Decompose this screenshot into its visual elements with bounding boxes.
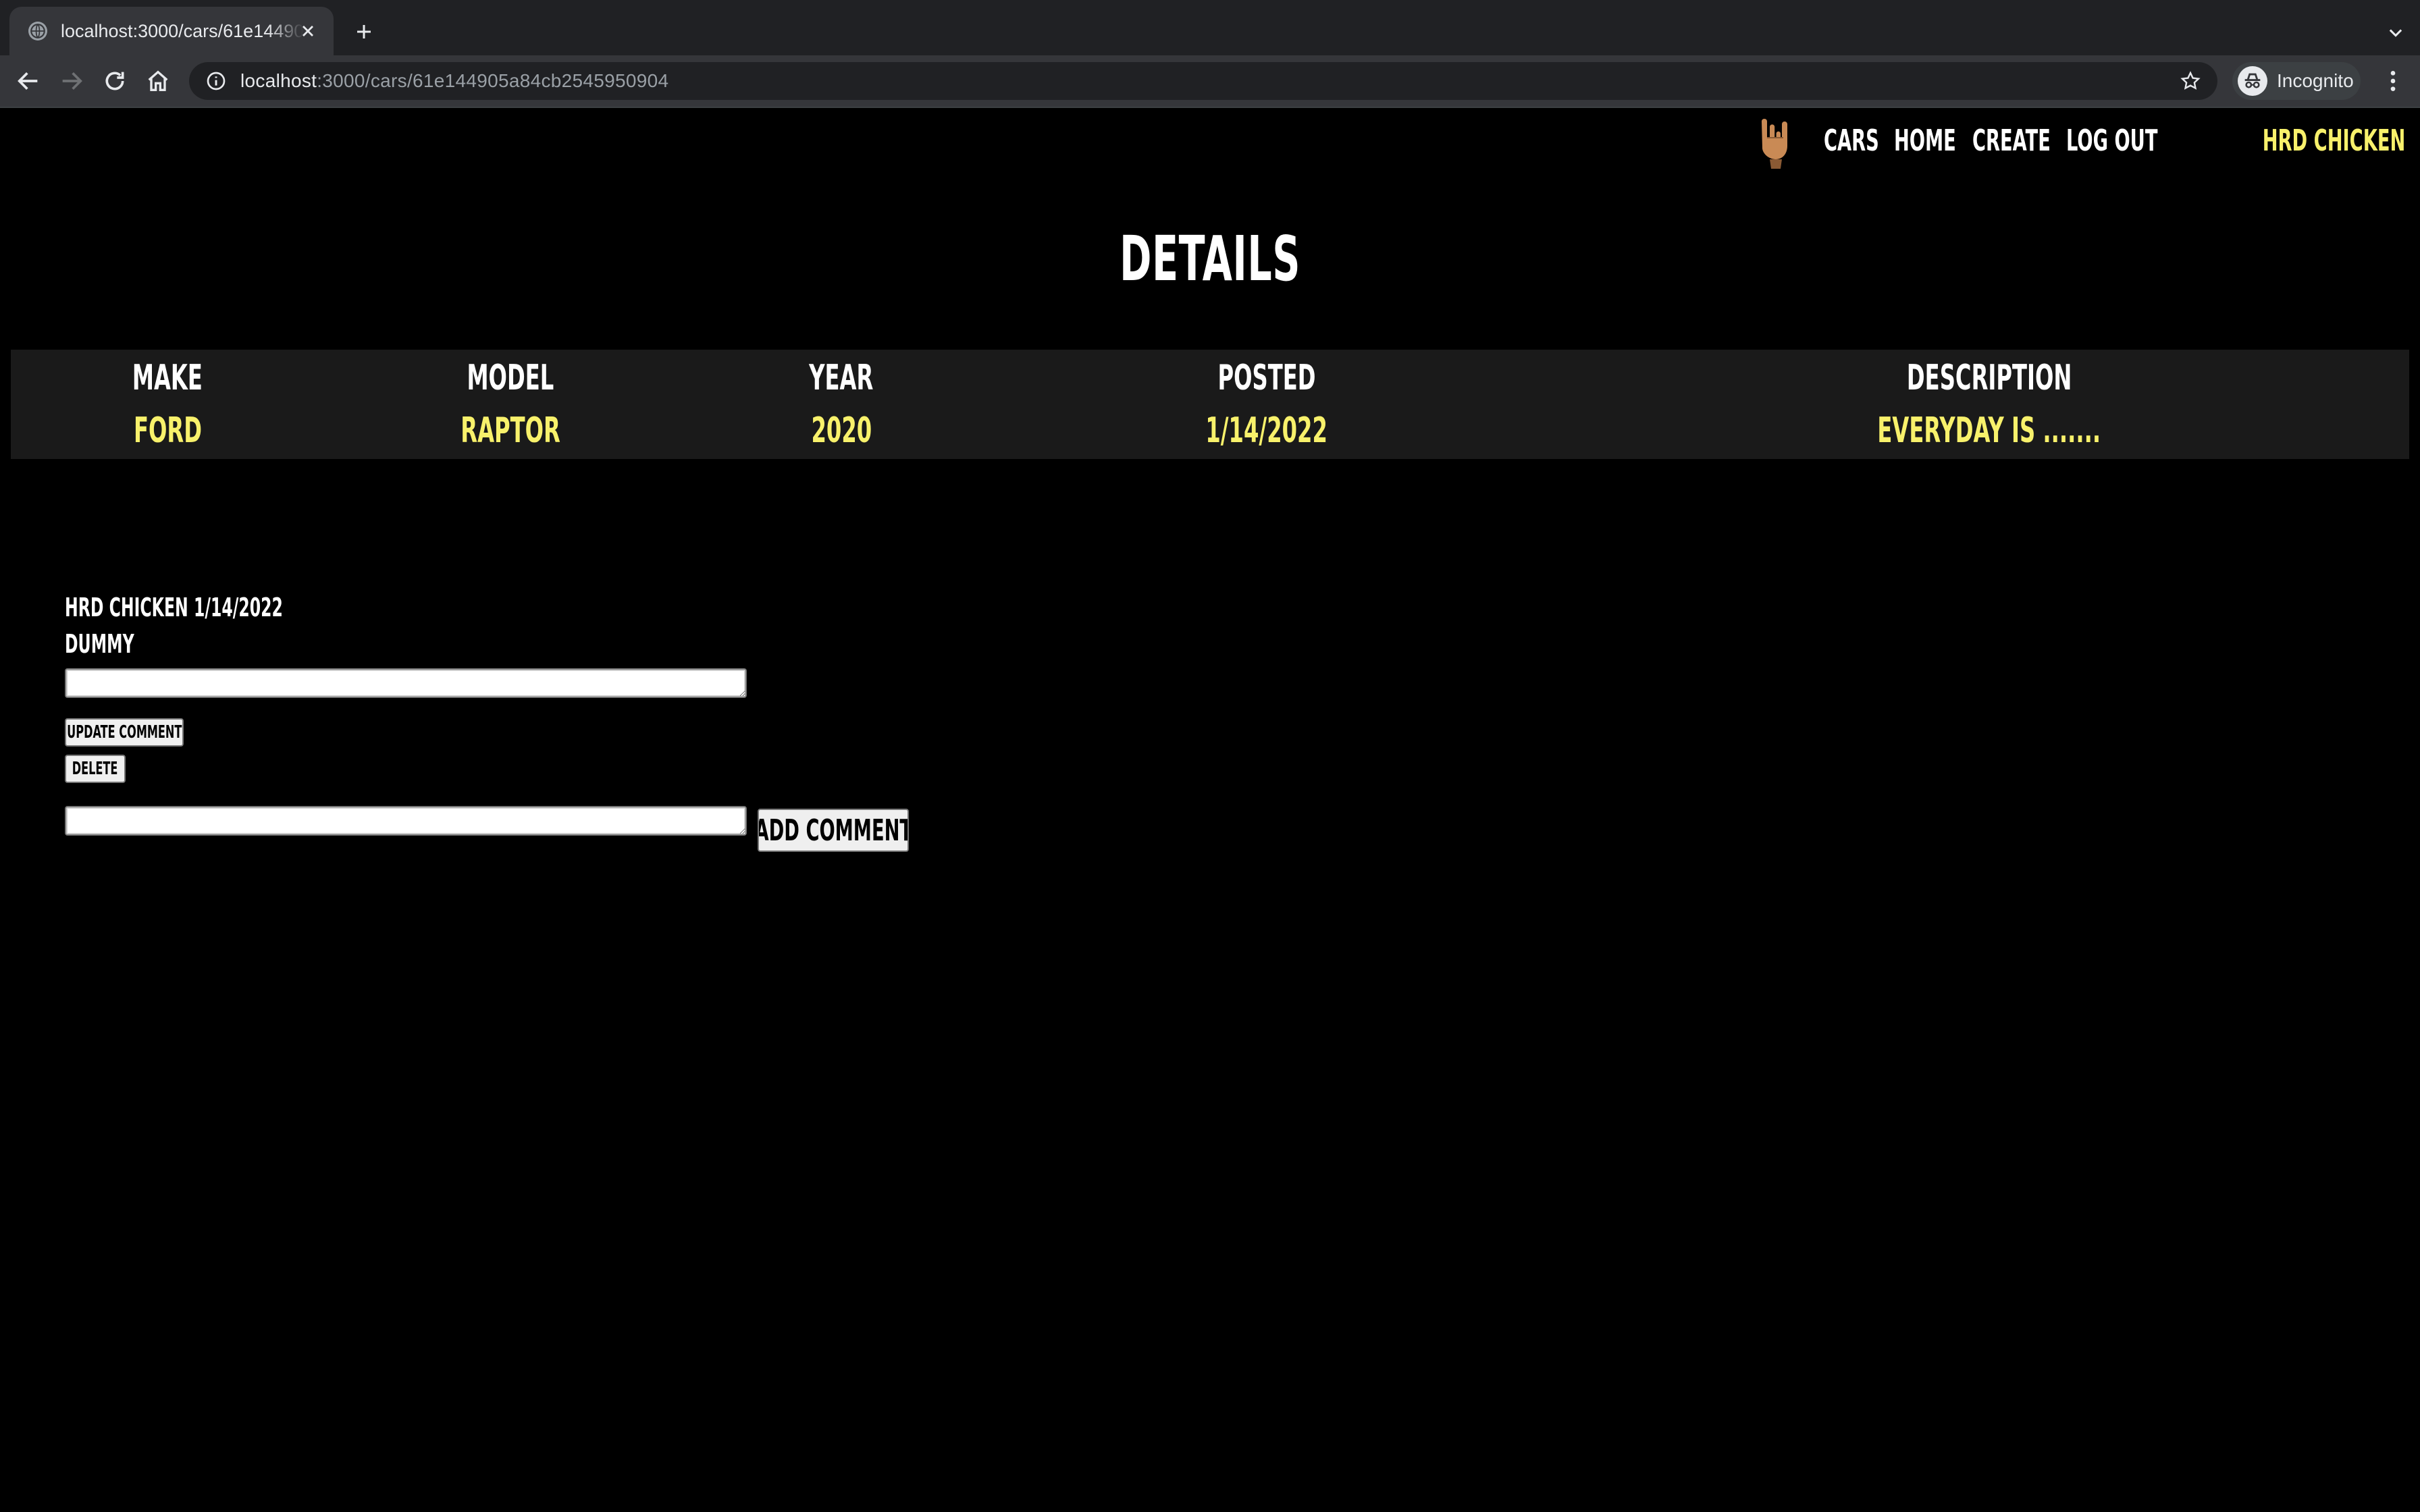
delete-comment-button-label: DELETE (72, 759, 118, 779)
chevron-down-icon[interactable] (2386, 23, 2405, 42)
column-header-model: MODEL (409, 358, 612, 401)
comment-meta-label: HRD CHICKEN 1/14/2022 (65, 593, 283, 622)
forward-icon[interactable] (58, 68, 85, 94)
nav-username-label: HRD CHICKEN (2262, 123, 2405, 158)
details-column-year: YEAR 2020 (754, 350, 929, 451)
column-value-make: FORD (86, 410, 248, 451)
column-value-posted-label: 1/14/2022 (1205, 410, 1328, 451)
edit-comment-textarea[interactable] (65, 668, 747, 698)
details-column-posted: POSTED 1/14/2022 (1132, 350, 1402, 451)
browser-toolbar: localhost:3000/cars/61e144905a84cb254595… (0, 55, 2420, 108)
url-host: localhost (240, 70, 317, 91)
back-icon[interactable] (15, 68, 42, 94)
incognito-icon (2238, 66, 2267, 96)
comment-body-label: DUMMY (65, 629, 134, 659)
column-header-description-label: DESCRIPTION (1906, 358, 2072, 398)
nav-link-home-label: HOME (1894, 123, 1957, 158)
column-value-description: EVERYDAY IS ....... (1753, 410, 2226, 451)
url-path: :3000/cars/61e144905a84cb2545950904 (317, 70, 669, 91)
column-value-year: 2020 (754, 410, 929, 451)
column-value-description-label: EVERYDAY IS ....... (1877, 410, 2101, 451)
browser-tab[interactable]: localhost:3000/cars/61e144905a84cb254595… (9, 7, 334, 55)
column-value-posted: 1/14/2022 (1132, 410, 1402, 451)
details-column-make: MAKE FORD (86, 350, 248, 451)
new-comment-textarea[interactable] (65, 806, 747, 836)
browser-tabstrip: localhost:3000/cars/61e144905a84cb254595… (0, 0, 2420, 55)
tab-title: localhost:3000/cars/61e144905a84cb254595… (61, 20, 304, 41)
column-header-posted: POSTED (1132, 358, 1402, 401)
incognito-badge[interactable]: Incognito (2232, 62, 2361, 100)
comment-meta: HRD CHICKEN 1/14/2022 (65, 593, 417, 622)
column-header-year-label: YEAR (809, 358, 874, 398)
nav-link-create-label: CREATE (1972, 123, 2051, 158)
column-header-make: MAKE (86, 358, 248, 401)
column-value-model: RAPTOR (409, 410, 612, 451)
comment-item: HRD CHICKEN 1/14/2022 DUMMY (65, 593, 417, 659)
update-comment-button-label: UPDATE COMMENT (66, 722, 182, 742)
profile-label: Incognito (2277, 70, 2354, 91)
delete-comment-button[interactable]: DELETE (65, 755, 126, 783)
rock-hand-icon (1756, 115, 1794, 171)
page-content: CARS HOME CREATE LOG OUT HRD CHICKEN DET… (0, 108, 2420, 1512)
column-value-make-label: FORD (133, 410, 202, 451)
details-table: MAKE FORD MODEL RAPTOR YEAR 2020 POSTED … (11, 350, 2409, 459)
star-icon[interactable] (2180, 70, 2201, 92)
add-comment-button[interactable]: ADD COMMENT (758, 809, 909, 852)
column-header-year: YEAR (754, 358, 929, 401)
plus-icon[interactable] (354, 22, 374, 42)
kebab-menu-icon[interactable] (2379, 68, 2406, 94)
nav-link-cars-label: CARS (1824, 123, 1880, 158)
page-title-label: DETAILS (1120, 223, 1300, 295)
info-icon[interactable] (205, 70, 227, 92)
details-column-model: MODEL RAPTOR (409, 350, 612, 451)
reload-icon[interactable] (101, 68, 128, 94)
nav-username: HRD CHICKEN (2175, 124, 2405, 158)
comment-body: DUMMY (65, 629, 417, 659)
update-comment-button[interactable]: UPDATE COMMENT (65, 718, 184, 747)
nav-link-logout-label: LOG OUT (2066, 123, 2158, 158)
url-text[interactable]: localhost:3000/cars/61e144905a84cb254595… (240, 70, 668, 92)
page-title: DETAILS (0, 223, 2420, 295)
column-header-model-label: MODEL (467, 358, 554, 398)
globe-icon (28, 22, 47, 40)
home-icon[interactable] (144, 68, 172, 94)
column-header-description: DESCRIPTION (1753, 358, 2226, 401)
column-value-year-label: 2020 (811, 410, 872, 451)
details-column-description: DESCRIPTION EVERYDAY IS ....... (1753, 350, 2226, 451)
site-nav: CARS HOME CREATE LOG OUT HRD CHICKEN (1756, 119, 2405, 169)
add-comment-button-label: ADD COMMENT (758, 813, 909, 848)
column-header-posted-label: POSTED (1217, 358, 1316, 398)
address-bar[interactable]: localhost:3000/cars/61e144905a84cb254595… (189, 62, 2217, 100)
close-icon[interactable] (298, 22, 317, 40)
column-value-model-label: RAPTOR (461, 410, 560, 451)
column-header-make-label: MAKE (132, 358, 203, 398)
